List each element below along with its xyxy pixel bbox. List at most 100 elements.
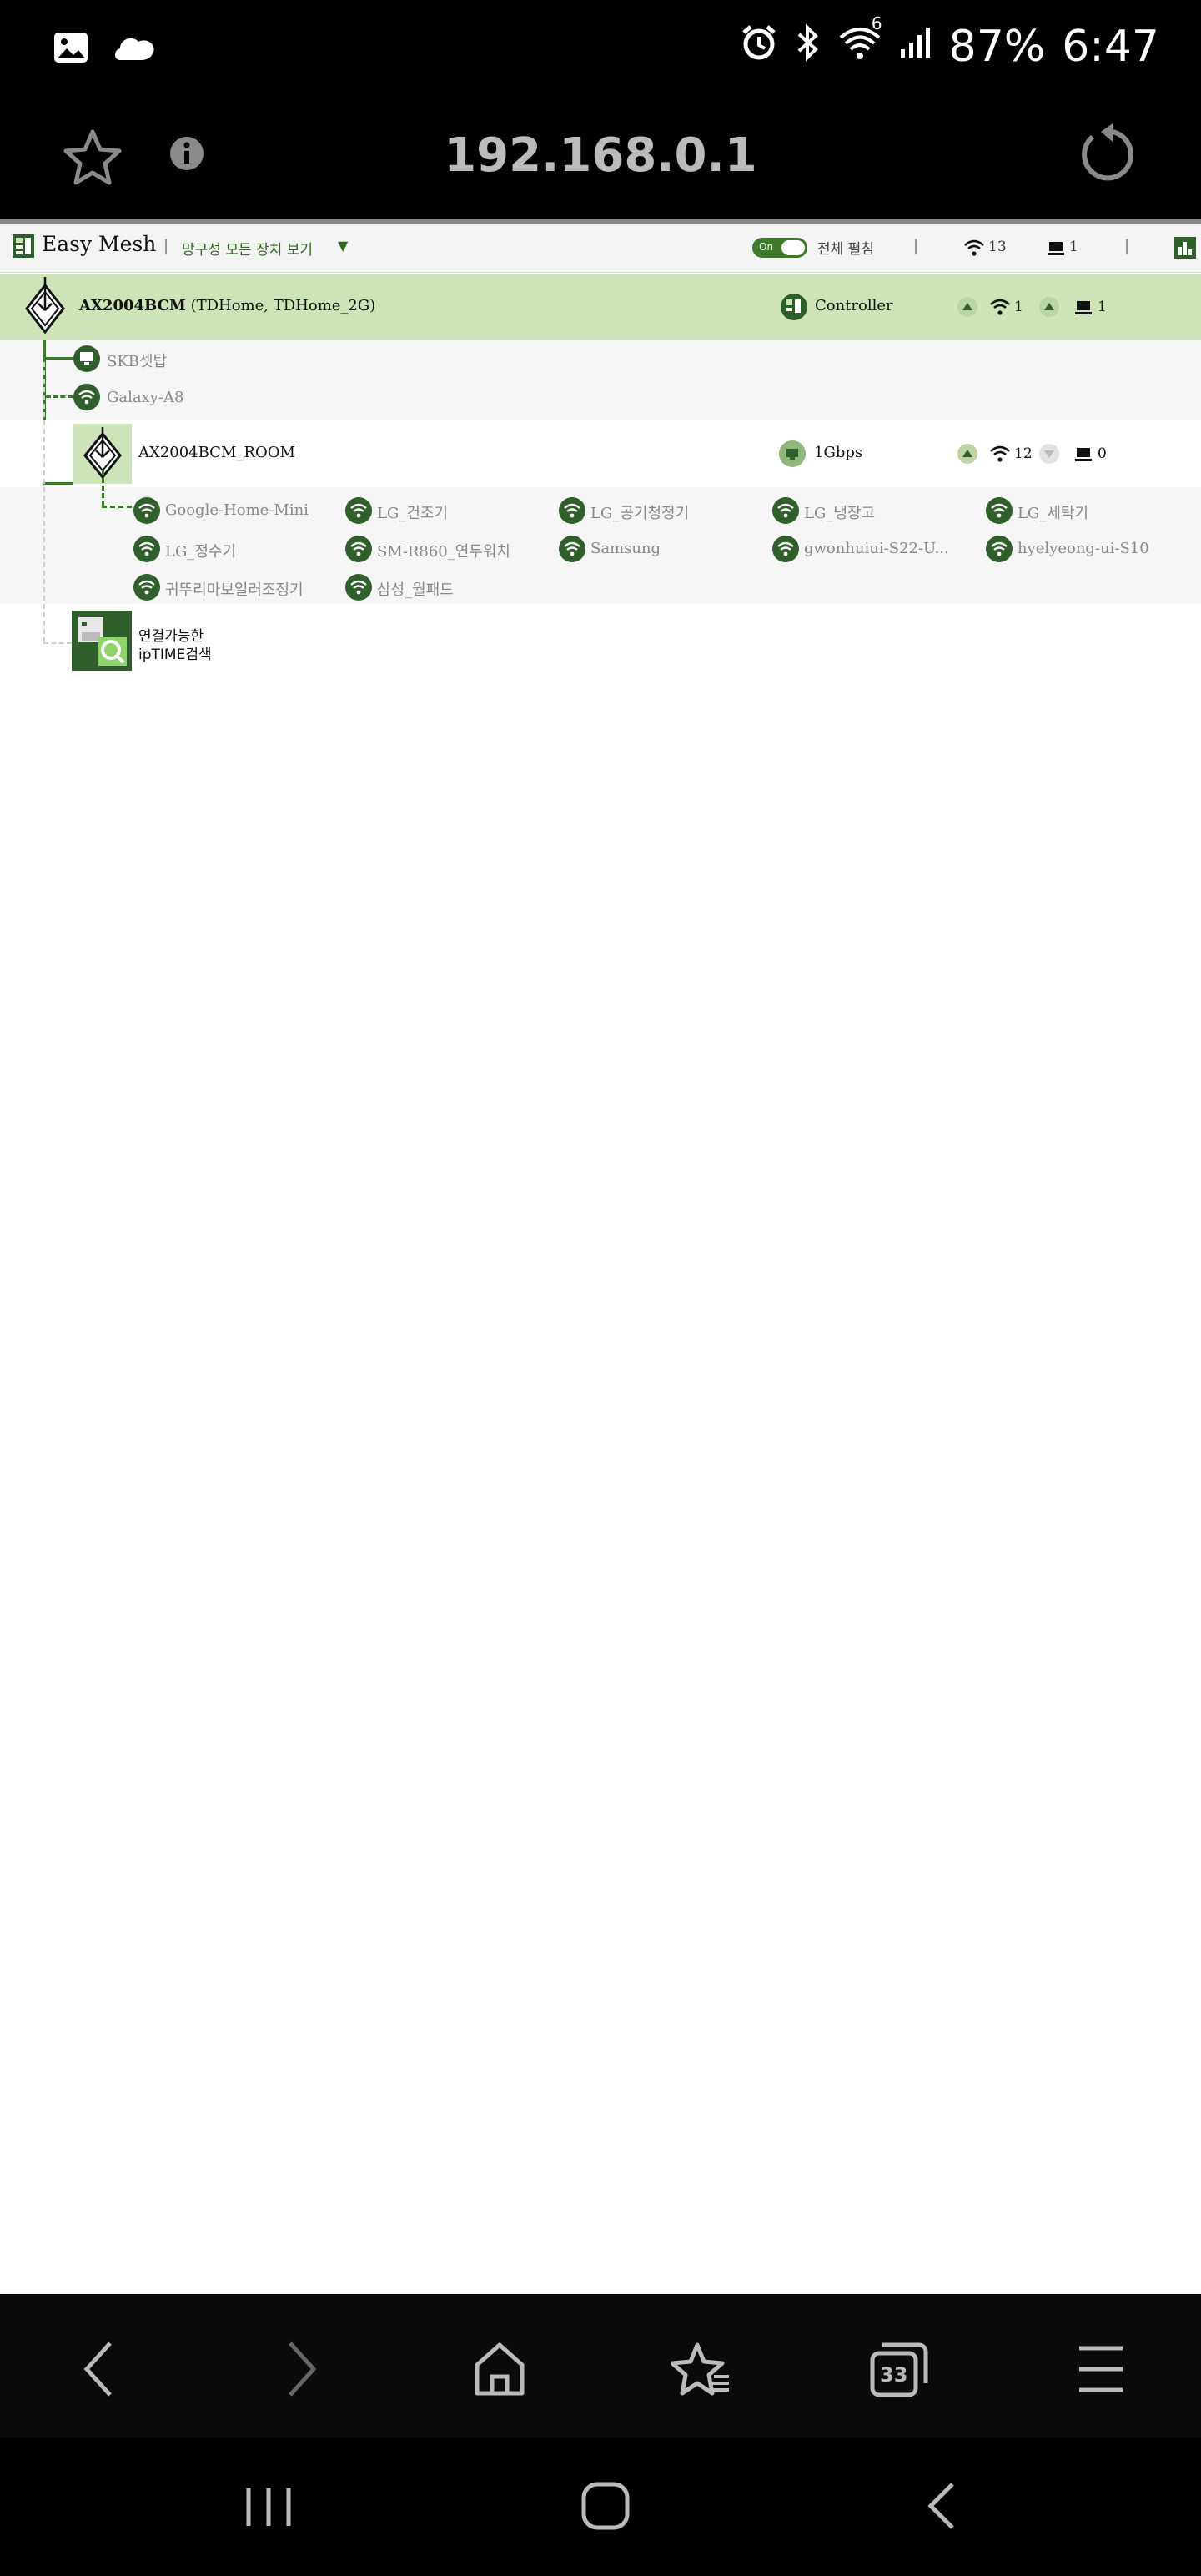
client-name[interactable]: Google-Home-Mini	[165, 501, 309, 519]
bookmarks-icon[interactable]	[670, 2340, 731, 2402]
expand-toggle[interactable]: On	[752, 238, 807, 258]
controller-role: Controller	[815, 297, 893, 314]
wifi-expand-button[interactable]	[957, 444, 977, 464]
pipe-divider: |	[1124, 237, 1130, 254]
tabs-icon[interactable]: 33	[869, 2340, 929, 2402]
lan-expand-button[interactable]	[1039, 297, 1059, 317]
wifi-device-icon	[133, 574, 160, 601]
search-iptime-icon[interactable]	[72, 611, 132, 671]
wifi-device-icon	[133, 497, 160, 524]
lan-collapse-button[interactable]	[1039, 444, 1059, 464]
lan-icon	[1074, 446, 1093, 466]
agent-link-speed: 1Gbps	[814, 444, 863, 461]
router-icon	[20, 277, 70, 340]
tree-line-dashed	[43, 362, 45, 642]
stats-chart-icon[interactable]	[1174, 237, 1196, 262]
tree-line-dashed	[102, 506, 132, 508]
wifi-device-icon	[772, 536, 799, 562]
controller-clients: SKB셋탑 Galaxy-A8	[0, 340, 1201, 482]
toggle-knob	[781, 240, 805, 255]
wifi-device-icon	[133, 536, 160, 562]
search-label-line1: 연결가능한	[138, 628, 204, 645]
view-select[interactable]: 망구성 모든 장치 보기	[182, 238, 313, 259]
system-nav-bar	[0, 2438, 1201, 2576]
chevron-down-icon[interactable]: ▼	[338, 238, 348, 254]
recent-apps-icon[interactable]	[242, 2484, 295, 2533]
tree-line	[43, 357, 73, 360]
agent-wifi-count: 12	[1014, 445, 1033, 462]
address-bar[interactable]: 192.168.0.1	[0, 128, 1201, 183]
wifi-expand-button[interactable]	[957, 297, 977, 317]
cloud-icon	[112, 28, 160, 70]
client-name[interactable]: hyelyeong-ui-S10	[1018, 540, 1149, 557]
controller-row[interactable]: AX2004BCM (TDHome, TDHome_2G) Controller…	[0, 274, 1201, 340]
controller-icon	[781, 294, 807, 320]
search-row: 연결가능한 ipTIME검색	[0, 362, 1201, 679]
wifi-device-icon	[73, 384, 100, 410]
client-name[interactable]: SM-R860_연두워치	[377, 540, 510, 561]
client-name[interactable]: LG_건조기	[377, 501, 448, 523]
home-icon[interactable]	[472, 2340, 527, 2402]
status-bar: 6 87% 6:47	[0, 0, 1201, 108]
lan-device-icon	[73, 345, 100, 372]
forward-icon[interactable]	[284, 2340, 320, 2402]
client-name[interactable]: 귀뚜리마보일러조정기	[165, 578, 304, 600]
mesh-toolbar: Easy Mesh | 망구성 모든 장치 보기 ▼ On 전체 펼침 | 13…	[0, 224, 1201, 273]
agent-name: AX2004BCM_ROOM	[138, 444, 295, 461]
agent-lan-count: 0	[1098, 445, 1107, 462]
wifi-device-icon	[345, 536, 372, 562]
client-name[interactable]: gwonhuiui-S22-U...	[804, 540, 949, 557]
wifi-device-icon	[559, 536, 585, 562]
client-name[interactable]: LG_냉장고	[804, 501, 875, 523]
controller-wifi-count: 1	[1014, 299, 1023, 315]
client-name[interactable]: LG_공기청정기	[590, 501, 689, 523]
wifi-count: 13	[988, 239, 1007, 255]
controller-lan-count: 1	[1098, 299, 1107, 315]
reload-icon[interactable]	[1076, 123, 1139, 190]
tree-line-dashed	[46, 395, 73, 398]
clock: 6:47	[1062, 22, 1159, 72]
lan-icon	[1047, 240, 1065, 260]
pipe-divider: |	[913, 237, 919, 254]
browser-nav-bar: 33	[0, 2294, 1201, 2438]
client-name[interactable]: Galaxy-A8	[107, 389, 183, 406]
wifi-icon: 6	[837, 13, 882, 72]
agent-row[interactable]: AX2004BCM_ROOM 1Gbps 12 0	[0, 420, 1201, 487]
client-name[interactable]: Samsung	[590, 540, 661, 557]
client-name[interactable]: LG_정수기	[165, 540, 236, 561]
mesh-title: Easy Mesh	[42, 232, 157, 256]
pipe-divider: |	[163, 237, 169, 254]
bluetooth-icon	[794, 22, 821, 72]
tree-line	[43, 482, 73, 485]
tree-line-dashed	[102, 470, 104, 506]
back-icon[interactable]	[80, 2340, 117, 2402]
battery-text: 87%	[948, 22, 1046, 72]
search-label-line2: ipTIME검색	[138, 647, 212, 663]
wifi-icon	[989, 298, 1011, 319]
wifi-device-icon	[986, 536, 1013, 562]
alarm-icon	[741, 22, 777, 72]
lan-count: 1	[1069, 239, 1078, 255]
wifi-device-icon	[345, 574, 372, 601]
menu-icon[interactable]	[1076, 2340, 1126, 2402]
wifi-device-icon	[559, 497, 585, 524]
wifi-badge: 6	[871, 13, 882, 33]
client-name[interactable]: 삼성_월패드	[377, 578, 454, 600]
expand-all-label: 전체 펼침	[817, 241, 874, 258]
gallery-icon	[52, 28, 90, 70]
controller-name: AX2004BCM (TDHome, TDHome_2G)	[79, 297, 375, 314]
mesh-logo-icon	[12, 234, 35, 262]
wifi-icon	[989, 445, 1011, 466]
controller-ssids: (TDHome, TDHome_2G)	[190, 297, 376, 314]
controller-model: AX2004BCM	[79, 297, 186, 314]
wired-link-icon	[779, 440, 806, 467]
system-back-icon[interactable]	[924, 2481, 957, 2534]
tree-line-dashed	[43, 642, 72, 644]
home-button-icon[interactable]	[580, 2481, 631, 2534]
client-name[interactable]: LG_세탁기	[1018, 501, 1088, 523]
toggle-label: On	[759, 241, 774, 253]
wifi-device-icon	[986, 497, 1013, 524]
client-name[interactable]: SKB셋탑	[107, 350, 167, 371]
search-label[interactable]: 연결가능한 ipTIME검색	[138, 627, 212, 664]
lan-icon	[1074, 299, 1093, 319]
